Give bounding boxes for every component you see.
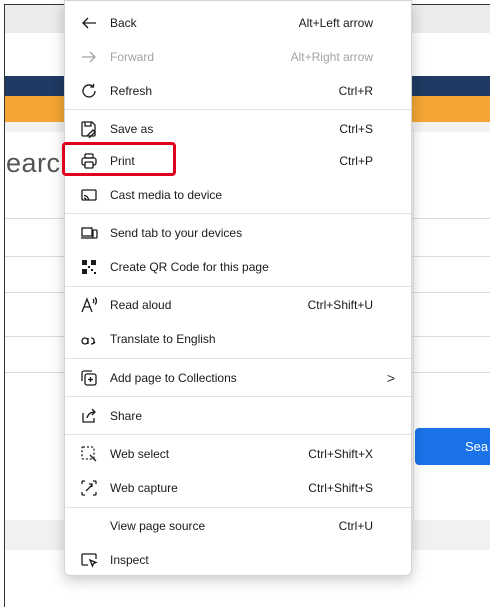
menu-item-shortcut: Ctrl+Shift+U (307, 298, 373, 312)
qr-code-icon (80, 258, 98, 276)
devices-icon (80, 224, 98, 242)
menu-item-share[interactable]: Share (65, 399, 411, 433)
menu-separator (65, 286, 411, 287)
read-aloud-icon (80, 296, 98, 314)
menu-item-label: Back (110, 16, 137, 30)
cast-icon (80, 186, 98, 204)
menu-item-shortcut: Ctrl+S (339, 122, 373, 136)
menu-item-back[interactable]: Back Alt+Left arrow (65, 6, 411, 40)
arrow-left-icon (80, 14, 98, 32)
menu-item-label: Share (110, 409, 143, 423)
menu-item-label: Web select (110, 447, 170, 461)
menu-item-shortcut: Ctrl+Shift+X (308, 447, 373, 461)
save-icon (80, 120, 98, 138)
menu-item-label: Forward (110, 50, 155, 64)
menu-item-label: Create QR Code for this page (110, 260, 269, 274)
menu-item-shortcut: Ctrl+R (338, 84, 373, 98)
menu-item-qr-code[interactable]: Create QR Code for this page (65, 250, 411, 284)
menu-separator (65, 434, 411, 435)
menu-item-read-aloud[interactable]: Read aloud Ctrl+Shift+U (65, 288, 411, 322)
menu-item-shortcut: Alt+Right arrow (290, 50, 373, 64)
menu-item-label: Send tab to your devices (110, 226, 243, 240)
menu-item-label: Read aloud (110, 298, 172, 312)
menu-item-label: Save as (110, 122, 154, 136)
chevron-right-icon: > (386, 370, 395, 386)
collections-icon (80, 369, 98, 387)
menu-item-shortcut: Alt+Left arrow (298, 16, 373, 30)
menu-separator (65, 109, 411, 110)
menu-separator (65, 213, 411, 214)
menu-item-forward[interactable]: Forward Alt+Right arrow (65, 40, 411, 74)
menu-separator (65, 507, 411, 508)
menu-item-translate[interactable]: Translate to English (65, 322, 411, 356)
menu-item-label: Refresh (110, 84, 153, 98)
translate-icon (80, 330, 98, 348)
menu-item-refresh[interactable]: Refresh Ctrl+R (65, 74, 411, 108)
refresh-icon (80, 82, 98, 100)
web-select-icon (80, 445, 98, 463)
menu-item-save-as[interactable]: Save as Ctrl+S (65, 112, 411, 146)
web-capture-icon (80, 479, 98, 497)
print-highlight-box (62, 142, 176, 176)
menu-item-shortcut: Ctrl+P (339, 154, 373, 168)
menu-item-shortcut: Ctrl+U (338, 519, 373, 533)
context-menu: Back Alt+Left arrow Forward Alt+Right ar… (64, 0, 412, 576)
menu-item-cast[interactable]: Cast media to device (65, 178, 411, 212)
inspect-icon (80, 551, 98, 569)
menu-separator (65, 358, 411, 359)
menu-item-label: Translate to English (110, 332, 216, 346)
menu-item-label: Cast media to device (110, 188, 223, 202)
menu-item-collections[interactable]: Add page to Collections > (65, 361, 411, 395)
search-button[interactable]: Sea (415, 428, 490, 465)
menu-item-label: View page source (110, 519, 206, 533)
menu-item-web-capture[interactable]: Web capture Ctrl+Shift+S (65, 471, 411, 505)
menu-item-label: Inspect (110, 553, 149, 567)
menu-separator (65, 396, 411, 397)
menu-item-label: Add page to Collections (110, 371, 237, 385)
menu-item-label: Web capture (110, 481, 178, 495)
arrow-right-icon (80, 48, 98, 66)
menu-item-view-source[interactable]: View page source Ctrl+U (65, 509, 411, 543)
menu-item-web-select[interactable]: Web select Ctrl+Shift+X (65, 437, 411, 471)
menu-item-inspect[interactable]: Inspect (65, 543, 411, 577)
menu-item-shortcut: Ctrl+Shift+S (308, 481, 373, 495)
share-icon (80, 407, 98, 425)
menu-item-send-tab[interactable]: Send tab to your devices (65, 216, 411, 250)
